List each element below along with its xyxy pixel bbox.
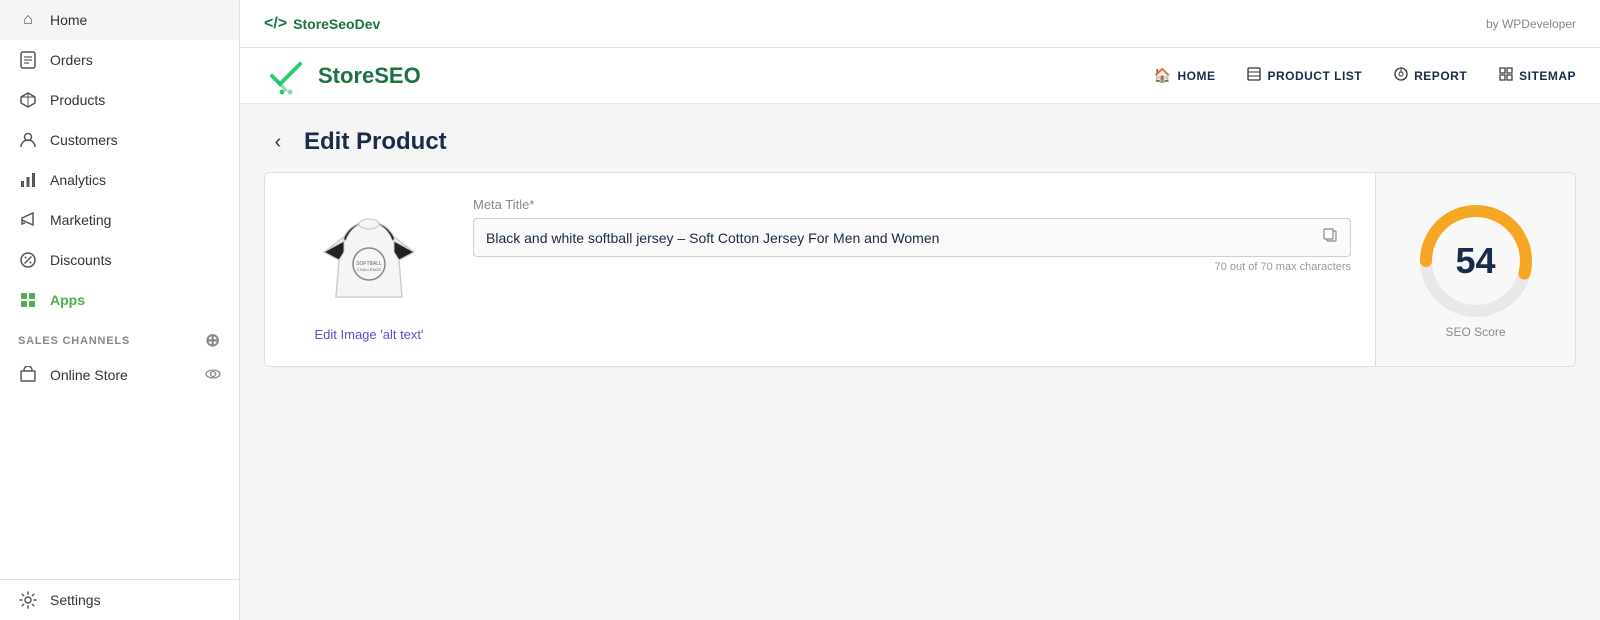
home-icon: ⌂ xyxy=(18,10,38,30)
storeseo-logo-icon xyxy=(264,54,308,98)
sidebar-item-settings[interactable]: Settings xyxy=(0,580,239,620)
tshirt-image: SOFTBALL CHALLENGE xyxy=(314,202,424,312)
sidebar-item-customers[interactable]: Customers xyxy=(0,120,239,160)
sidebar-item-online-store[interactable]: Online Store xyxy=(0,355,239,395)
page-title: Edit Product xyxy=(304,128,447,156)
seo-score-panel: 54 SEO Score xyxy=(1375,173,1575,366)
seo-score-number: 54 xyxy=(1455,240,1495,282)
meta-title-label: Meta Title* xyxy=(473,197,1351,212)
product-form: Meta Title* 70 out of 70 max characters xyxy=(473,197,1351,342)
sidebar-item-home[interactable]: ⌂ Home xyxy=(0,0,239,40)
analytics-icon xyxy=(18,170,38,190)
orders-icon xyxy=(18,50,38,70)
product-image: SOFTBALL CHALLENGE xyxy=(309,197,429,317)
content-area: ‹ Edit Product xyxy=(240,104,1600,620)
score-center: 54 xyxy=(1455,240,1495,282)
apps-icon xyxy=(18,290,38,310)
plugin-nav-product-list[interactable]: PRODUCT LIST xyxy=(1247,63,1362,88)
plugin-nav-sitemap[interactable]: SITEMAP xyxy=(1499,63,1576,88)
topbar: </> StoreSeoDev by WPDeveloper xyxy=(240,0,1600,48)
plugin-nav: 🏠 HOME PRODUCT LIST REPORT SITEMAP xyxy=(1154,63,1576,88)
marketing-icon xyxy=(18,210,38,230)
product-image-area: SOFTBALL CHALLENGE Edit Image 'alt text' xyxy=(289,197,449,342)
plugin-nav-sitemap-icon xyxy=(1499,67,1513,84)
discounts-icon xyxy=(18,250,38,270)
online-store-icon xyxy=(18,365,38,385)
page-title-row: ‹ Edit Product xyxy=(264,128,1576,156)
meta-title-input[interactable] xyxy=(486,230,1314,246)
topbar-brand: </> StoreSeoDev xyxy=(264,15,380,33)
plugin-nav-home-icon: 🏠 xyxy=(1154,67,1172,84)
plugin-header: StoreSEO 🏠 HOME PRODUCT LIST REPORT xyxy=(240,48,1600,104)
settings-icon xyxy=(18,590,38,610)
seo-score-label: SEO Score xyxy=(1445,325,1505,339)
plugin-title: StoreSEO xyxy=(318,63,421,89)
topbar-by: by WPDeveloper xyxy=(1486,17,1576,31)
sidebar-item-discounts[interactable]: Discounts xyxy=(0,240,239,280)
plugin-nav-product-list-icon xyxy=(1247,67,1261,84)
sidebar: ⌂ Home Orders Products Customers Analyti… xyxy=(0,0,240,620)
plugin-nav-report-icon xyxy=(1394,67,1408,84)
code-icon: </> xyxy=(264,15,287,33)
meta-title-input-row xyxy=(473,218,1351,257)
edit-alt-text-link[interactable]: Edit Image 'alt text' xyxy=(314,327,423,342)
sales-channels-section: SALES CHANNELS ⊕ xyxy=(0,320,239,355)
main-content: </> StoreSeoDev by WPDeveloper StoreSEO xyxy=(240,0,1600,620)
plugin-nav-home[interactable]: 🏠 HOME xyxy=(1154,63,1216,88)
sidebar-bottom: Settings xyxy=(0,579,239,620)
add-sales-channel-icon[interactable]: ⊕ xyxy=(205,330,221,351)
sidebar-item-analytics[interactable]: Analytics xyxy=(0,160,239,200)
products-icon xyxy=(18,90,38,110)
seo-score-donut: 54 xyxy=(1416,201,1536,321)
online-store-visibility-icon[interactable] xyxy=(205,366,221,385)
customers-icon xyxy=(18,130,38,150)
svg-text:CHALLENGE: CHALLENGE xyxy=(357,267,382,272)
sidebar-item-marketing[interactable]: Marketing xyxy=(0,200,239,240)
sidebar-item-apps[interactable]: Apps xyxy=(0,280,239,320)
back-button[interactable]: ‹ xyxy=(264,128,292,156)
card-left: SOFTBALL CHALLENGE Edit Image 'alt text'… xyxy=(265,173,1375,366)
meta-title-copy-icon[interactable] xyxy=(1322,227,1338,248)
plugin-nav-report[interactable]: REPORT xyxy=(1394,63,1467,88)
meta-title-hint: 70 out of 70 max characters xyxy=(473,261,1351,273)
product-edit-card: SOFTBALL CHALLENGE Edit Image 'alt text'… xyxy=(264,172,1576,367)
plugin-logo: StoreSEO xyxy=(264,54,421,98)
sidebar-item-products[interactable]: Products xyxy=(0,80,239,120)
sidebar-item-orders[interactable]: Orders xyxy=(0,40,239,80)
